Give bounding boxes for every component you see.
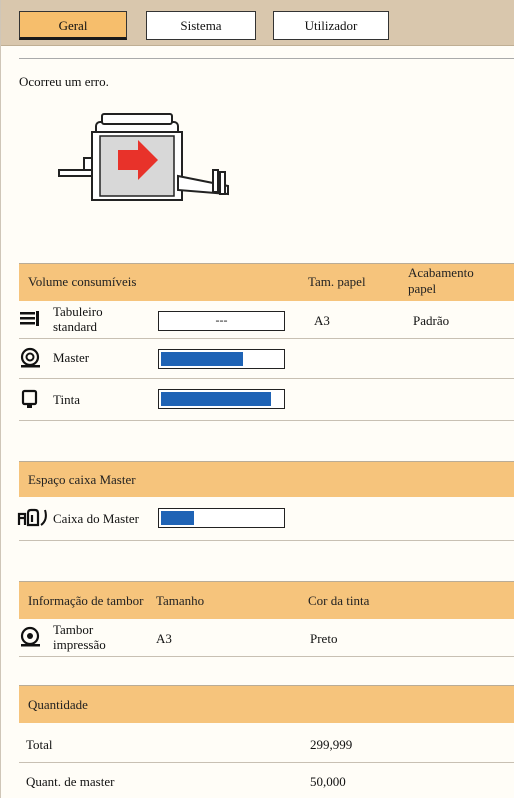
divider <box>19 540 514 541</box>
divider <box>19 762 514 763</box>
printer-illustration <box>58 113 229 201</box>
status-panel: Geral Sistema Utilizador Ocorreu um erro… <box>0 0 514 798</box>
total-value: 299,999 <box>310 737 353 752</box>
drum-size-value: A3 <box>156 631 172 646</box>
master-roll-icon <box>20 347 40 368</box>
drum-ink-color-header: Cor da tinta <box>308 593 370 608</box>
total-label: Total <box>26 737 53 752</box>
ink-icon <box>21 389 38 408</box>
drum-info-header: Informação de tambor <box>28 593 144 608</box>
volume-header: Volume consumíveis <box>28 274 137 289</box>
drum-icon <box>20 626 40 647</box>
master-box-header: Espaço caixa Master <box>19 461 514 497</box>
master-box-icon <box>17 508 47 527</box>
drum-ink-color-value: Preto <box>310 631 338 646</box>
drum-header: Informação de tambor Tamanho Cor da tint… <box>19 581 514 619</box>
drum-label: Tambor impressão <box>53 622 106 652</box>
master-label: Master <box>53 350 90 365</box>
divider <box>19 58 514 59</box>
tray-level-bar: --- <box>158 311 285 331</box>
error-message: Ocorreu um erro. <box>19 74 109 89</box>
tab-bar: Geral Sistema Utilizador <box>1 0 514 46</box>
drum-size-header: Tamanho <box>156 593 205 608</box>
tray-paper-size: A3 <box>314 313 330 328</box>
master-level-bar <box>158 349 285 369</box>
tab-sistema[interactable]: Sistema <box>146 11 256 40</box>
tray-label: Tabuleiro standard <box>53 304 103 334</box>
master-box-header-label: Espaço caixa Master <box>28 472 136 487</box>
ink-level-fill <box>161 392 271 406</box>
tab-geral[interactable]: Geral <box>19 11 127 40</box>
quantity-header-label: Quantidade <box>28 697 88 712</box>
paper-size-header: Tam. papel <box>308 274 366 289</box>
tray-level-text: --- <box>215 313 228 327</box>
quantity-header: Quantidade <box>19 685 514 723</box>
master-level-fill <box>161 352 243 366</box>
divider <box>19 378 514 379</box>
ink-label: Tinta <box>53 392 80 407</box>
master-count-label: Quant. de master <box>26 774 115 789</box>
tray-finish: Padrão <box>413 313 450 328</box>
divider <box>19 656 514 657</box>
tray-icon <box>20 311 39 326</box>
divider <box>19 420 514 421</box>
master-box-label: Caixa do Master <box>53 511 139 526</box>
master-box-level-fill <box>161 511 194 525</box>
master-box-level-bar <box>158 508 285 528</box>
master-count-value: 50,000 <box>310 774 346 789</box>
tab-utilizador[interactable]: Utilizador <box>273 11 389 40</box>
consumables-header: Volume consumíveis Tam. papel Acabamento… <box>19 263 514 301</box>
divider <box>19 338 514 339</box>
finish-header: Acabamento papel <box>408 265 474 296</box>
ink-level-bar <box>158 389 285 409</box>
